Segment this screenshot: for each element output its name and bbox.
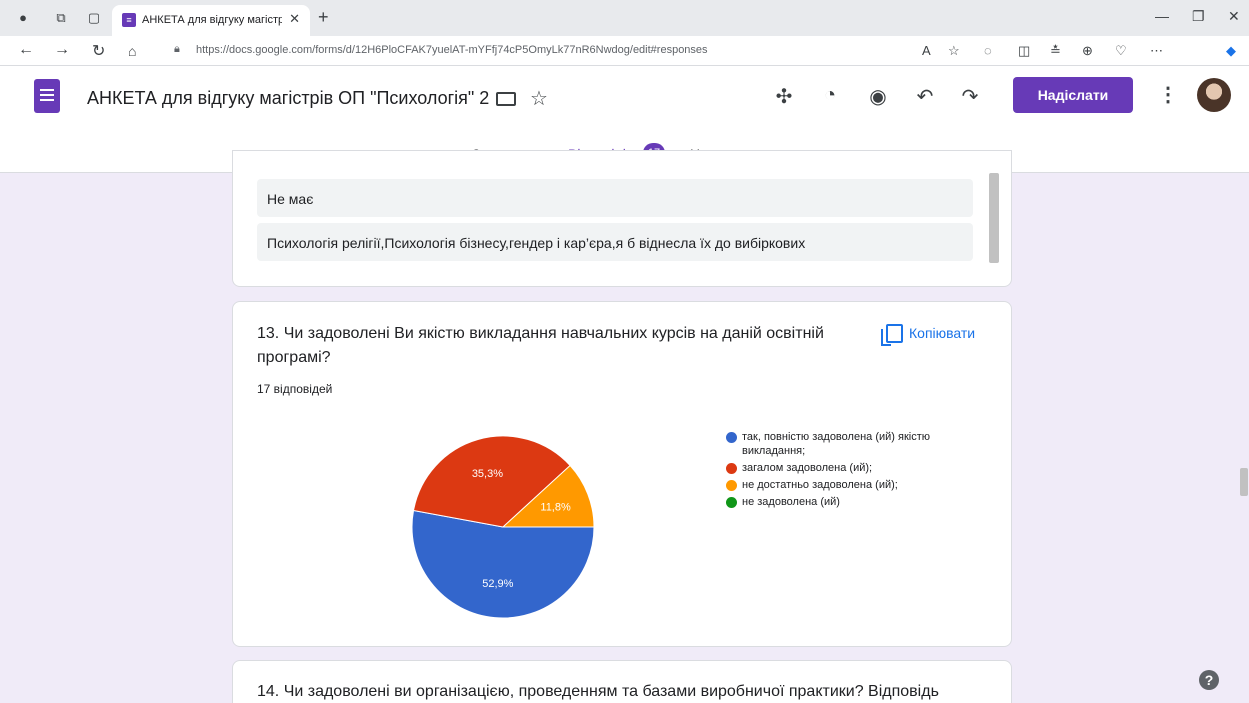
profile-icon[interactable]: ●: [14, 9, 32, 27]
browser-toolbar: ← → ↻ ⌂ 🔒︎ https://docs.google.com/forms…: [0, 36, 1249, 66]
browser-tab[interactable]: ≡ АНКЕТА для відгуку магістрів ОП ✕: [112, 5, 310, 36]
favorites-icon[interactable]: ≛: [1050, 43, 1061, 59]
lock-icon: 🔒︎: [174, 43, 180, 55]
browser-tab-title: АНКЕТА для відгуку магістрів ОП: [142, 14, 282, 26]
split-screen-icon[interactable]: ◫: [1018, 43, 1030, 59]
response-count: 17 відповідей: [257, 382, 333, 396]
legend-label: так, повністю задоволена (ий) якістю вик…: [742, 431, 930, 457]
refresh-icon[interactable]: ↻: [92, 41, 105, 61]
legend-item[interactable]: так, повністю задоволена (ий) якістю вик…: [726, 430, 986, 458]
legend-label: не задоволена (ий): [742, 496, 840, 508]
pie-data-label: 35,3%: [472, 468, 503, 480]
close-window-icon[interactable]: ✕: [1228, 8, 1240, 25]
workspaces-icon[interactable]: ⧉: [52, 9, 70, 27]
previous-question-card: Не має Психологія релігії,Психологія біз…: [232, 150, 1012, 287]
send-button[interactable]: Надіслати: [1013, 77, 1133, 113]
browser-essentials-icon[interactable]: ♡: [1115, 43, 1127, 59]
home-icon[interactable]: ⌂: [128, 43, 136, 59]
collections-icon[interactable]: ⊕: [1082, 43, 1093, 59]
pie-data-label: 52,9%: [482, 578, 513, 590]
addons-puzzle-icon[interactable]: ✣: [772, 84, 796, 109]
url-text: https://docs.google.com/forms/d/12H6PloC…: [196, 44, 708, 56]
question-14-card: 14. Чи задоволені ви організацією, прове…: [232, 660, 1012, 703]
browser-tab-bar: ● ⧉ ▢ ≡ АНКЕТА для відгуку магістрів ОП …: [0, 0, 1249, 36]
question-13-card: 13. Чи задоволені Ви якістю викладання н…: [232, 301, 1012, 647]
back-icon[interactable]: ←: [18, 41, 34, 59]
copy-icon: [881, 324, 903, 346]
question-title: 13. Чи задоволені Ви якістю викладання н…: [257, 325, 824, 366]
chart-legend: так, повністю задоволена (ий) якістю вик…: [726, 430, 986, 512]
list-item: Не має: [257, 179, 973, 217]
legend-color-dot: [726, 497, 737, 508]
forms-favicon-icon: ≡: [122, 13, 136, 27]
legend-color-dot: [726, 432, 737, 443]
forms-logo-icon[interactable]: [34, 79, 60, 113]
read-aloud-icon[interactable]: A: [922, 43, 931, 58]
form-title[interactable]: АНКЕТА для відгуку магістрів ОП "Психоло…: [87, 88, 489, 109]
palette-icon[interactable]: ◔: [818, 84, 842, 107]
list-item: Психологія релігії,Психологія бізнесу,ге…: [257, 223, 973, 261]
help-icon[interactable]: ?: [1199, 670, 1219, 690]
responses-scrollbar[interactable]: [989, 173, 999, 263]
forward-icon[interactable]: →: [54, 41, 70, 59]
minimize-icon[interactable]: —: [1155, 8, 1169, 24]
redo-icon[interactable]: ↷: [958, 84, 982, 109]
legend-label: не достатньо задоволена (ий);: [742, 479, 898, 491]
tab-actions-icon[interactable]: ▢: [85, 9, 103, 27]
page-scrollbar[interactable]: [1240, 468, 1248, 496]
favorite-star-icon[interactable]: ☆: [948, 43, 960, 59]
more-vert-icon[interactable]: ⋮: [1158, 82, 1178, 107]
legend-label: загалом задоволена (ий);: [742, 462, 873, 474]
legend-color-dot: [726, 480, 737, 491]
question-title: 14. Чи задоволені ви організацією, прове…: [257, 683, 939, 700]
legend-item[interactable]: не задоволена (ий): [726, 495, 986, 509]
copilot-icon[interactable]: ◆: [1226, 43, 1236, 59]
star-icon[interactable]: ☆: [530, 86, 548, 111]
avatar[interactable]: [1197, 78, 1231, 112]
restore-icon[interactable]: ❐: [1192, 8, 1205, 25]
close-tab-icon[interactable]: ✕: [289, 11, 300, 27]
legend-color-dot: [726, 463, 737, 474]
copy-label: Копіювати: [909, 325, 976, 341]
pie-data-label: 11,8%: [540, 502, 571, 514]
extensions-icon[interactable]: ◌: [984, 43, 992, 58]
preview-eye-icon[interactable]: ◉: [866, 84, 890, 109]
folder-icon[interactable]: [496, 92, 516, 106]
address-bar[interactable]: 🔒︎ https://docs.google.com/forms/d/12H6P…: [160, 39, 960, 63]
legend-item[interactable]: не достатньо задоволена (ий);: [726, 478, 986, 492]
settings-more-icon[interactable]: ⋯: [1150, 43, 1163, 59]
undo-icon[interactable]: ↶: [913, 84, 937, 109]
legend-item[interactable]: загалом задоволена (ий);: [726, 461, 986, 475]
new-tab-button[interactable]: +: [318, 7, 329, 28]
pie-chart: 52,9% 35,3% 11,8%: [411, 435, 595, 619]
